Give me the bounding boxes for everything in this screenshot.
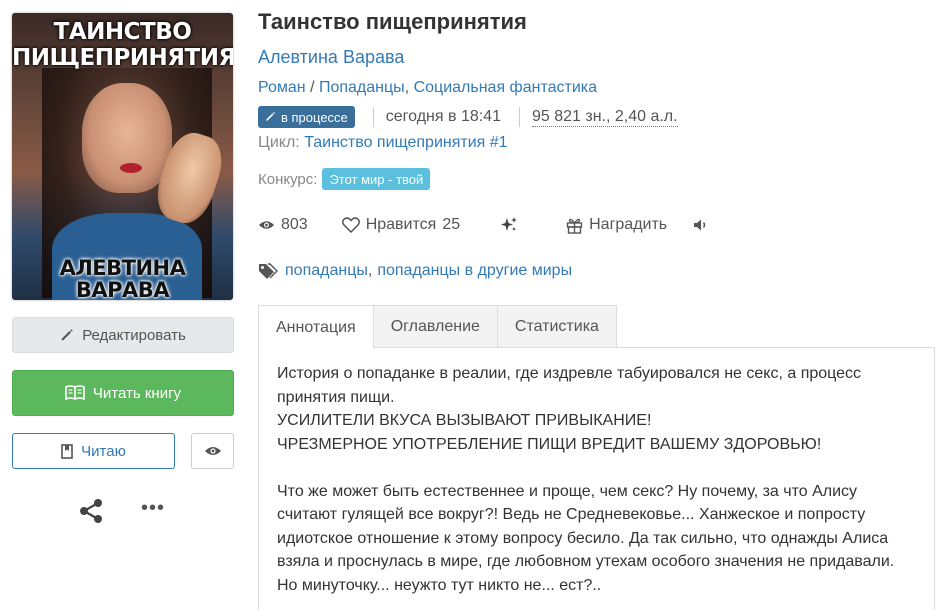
cycle-label: Цикл: (258, 134, 300, 151)
watch-button[interactable] (191, 433, 234, 469)
divider (372, 107, 374, 127)
volume-icon[interactable] (693, 218, 716, 232)
tag-link[interactable]: попаданцы в другие миры (377, 262, 572, 280)
book-size[interactable]: 95 821 зн., 2,40 а.л. (531, 108, 678, 127)
book-open-icon (65, 385, 85, 401)
genre-separator: , (404, 79, 410, 96)
cover-author: АЛЕВТИНА ВАРАВА (12, 257, 233, 300)
stats-row: 803 Нравится 25 Наградить (258, 214, 716, 236)
bookmark-icon (61, 443, 73, 459)
status-label: в процессе (281, 109, 348, 125)
cycle-link[interactable]: Таинство пищепринятия #1 (304, 134, 507, 151)
genre-separator: / (310, 79, 315, 96)
contest: Конкурс: Этот мир - твой (258, 168, 431, 190)
share-icon[interactable] (78, 498, 104, 529)
cover-face-shape (82, 83, 172, 193)
reward-label: Наградить (589, 216, 668, 233)
contest-label: Конкурс: (258, 170, 318, 188)
updated-time: сегодня в 18:41 (385, 108, 501, 125)
cover-title-line2: ПИЩЕПРИНЯТИЯ (12, 45, 233, 71)
views-count: 803 (281, 216, 308, 233)
genre-link[interactable]: Попаданцы (319, 79, 405, 96)
likes-stat[interactable]: Нравится 25 (341, 216, 461, 234)
genre-link[interactable]: Социальная фантастика (414, 79, 597, 96)
pencil-icon (60, 328, 74, 342)
annotation-paragraph: ЧРЕЗМЕРНОЕ УПОТРЕБЛЕНИЕ ПИЩИ ВРЕДИТ ВАШЕ… (277, 435, 822, 453)
annotation-paragraph: УСИЛИТЕЛИ ВКУСА ВЫЗЫВАЮТ ПРИВЫКАНИЕ! (277, 412, 652, 429)
cover-author-line1: АЛЕВТИНА (59, 256, 186, 280)
tab-contents[interactable]: Оглавление (372, 305, 498, 348)
reading-status-button[interactable]: Читаю (12, 433, 175, 469)
sparkle-icon[interactable] (500, 216, 524, 234)
tag-link[interactable]: попаданцы (285, 262, 368, 280)
genre-link[interactable]: Роман (258, 79, 306, 96)
reading-status-label: Читаю (81, 442, 126, 460)
tag-icon (258, 263, 285, 279)
more-icon[interactable]: ••• (141, 498, 165, 518)
heart-icon (341, 217, 366, 233)
cycle: Цикл: Таинство пищепринятия #1 (258, 134, 508, 152)
edit-button[interactable]: Редактировать (12, 317, 234, 353)
annotation-paragraph: История о попаданке в реалии, где издрев… (277, 365, 862, 406)
status-badge: в процессе (258, 106, 355, 128)
cover-title-line1: ТАИНСТВО (53, 19, 192, 45)
likes-count: 25 (442, 216, 461, 233)
eye-icon (204, 445, 222, 457)
book-meta: в процессе сегодня в 18:41 95 821 зн., 2… (258, 106, 678, 128)
tab-annotation[interactable]: Аннотация (258, 305, 374, 349)
divider (518, 107, 520, 127)
gift-icon (566, 217, 589, 234)
pencil-icon (265, 110, 276, 125)
cover-author-line2: ВАРАВА (75, 278, 170, 300)
annotation-paragraph: Что же может быть естественнее и проще, … (277, 482, 895, 594)
cover-title: ТАИНСТВО ПИЩЕПРИНЯТИЯ (12, 19, 233, 71)
read-book-label: Читать книгу (92, 384, 182, 402)
book-tabs: Аннотация Оглавление Статистика (258, 305, 617, 349)
annotation-text: История о попаданке в реалии, где издрев… (277, 362, 917, 597)
author-link[interactable]: Алевтина Варава (258, 47, 404, 68)
tab-statistics[interactable]: Статистика (496, 305, 617, 348)
views-stat: 803 (258, 216, 308, 234)
reward-button[interactable]: Наградить (566, 216, 667, 234)
tags-row: попаданцы, попаданцы в другие миры (258, 261, 572, 281)
annotation-panel: История о попаданке в реалии, где издрев… (258, 347, 935, 610)
read-book-button[interactable]: Читать книгу (12, 370, 234, 416)
book-title: Таинство пищепринятия (258, 9, 527, 34)
edit-button-label: Редактировать (82, 326, 186, 344)
likes-label: Нравится (365, 216, 437, 233)
cover-lips-shape (120, 163, 142, 173)
genres: Роман / Попаданцы, Социальная фантастика (258, 79, 597, 97)
book-cover[interactable]: ТАИНСТВО ПИЩЕПРИНЯТИЯ АЛЕВТИНА ВАРАВА (12, 13, 233, 300)
tag-separator: , (367, 262, 373, 279)
views-eye-icon (258, 219, 281, 231)
contest-badge[interactable]: Этот мир - твой (322, 168, 431, 190)
